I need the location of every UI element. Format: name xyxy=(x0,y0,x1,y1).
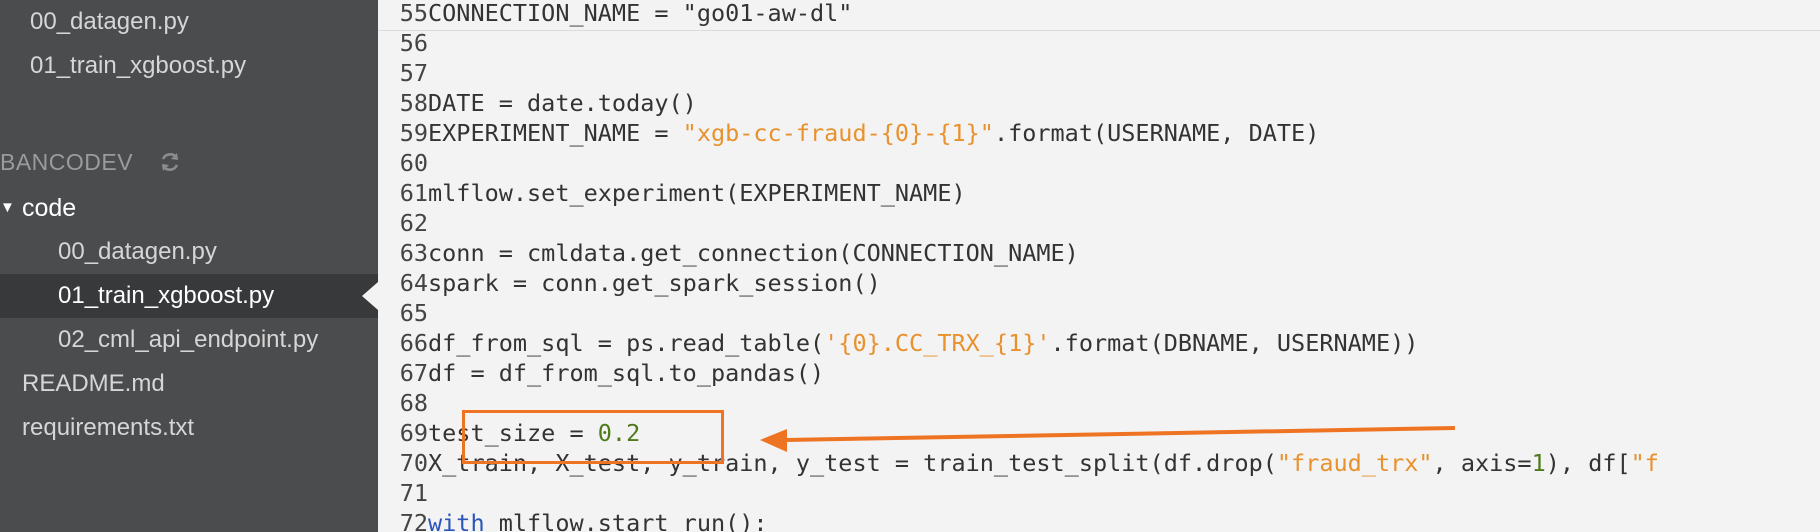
annotation-arrow-icon xyxy=(760,426,1456,452)
